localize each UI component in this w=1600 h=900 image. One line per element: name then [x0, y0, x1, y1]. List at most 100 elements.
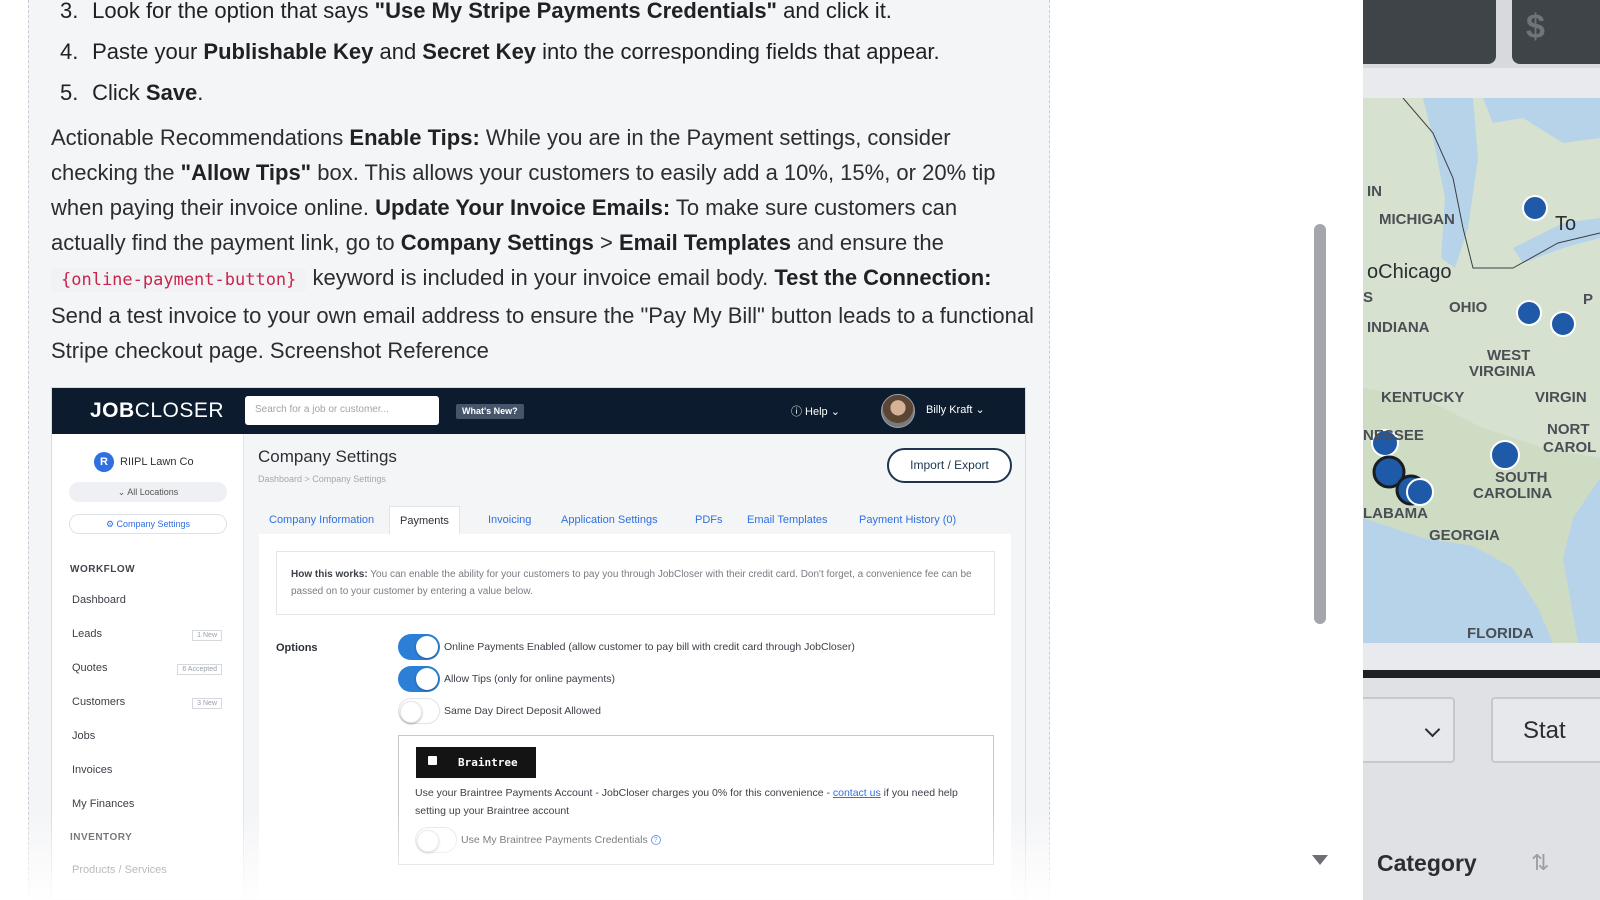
step-number: 4. [60, 39, 79, 64]
map-label: NESSEE [1363, 427, 1424, 444]
step-number: 3. [60, 0, 79, 23]
dashboard-stat-button[interactable]: $ [1512, 0, 1600, 64]
jc-logo-bold: JOB [90, 399, 135, 422]
step-strong: Secret Key [422, 39, 537, 64]
chevron-down-icon [1424, 721, 1441, 738]
jc-payments-body: How this works: You can enable the abili… [259, 534, 1011, 899]
dashboard-button[interactable] [1363, 0, 1496, 64]
jc-nav-leads: Leads [72, 628, 102, 640]
jc-main: Company Settings Dashboard > Company Set… [245, 434, 1025, 899]
map-marker[interactable] [1522, 195, 1548, 221]
step-strong: "Use My Stripe Payments Credentials" [374, 0, 777, 23]
jc-how-label: How this works: [291, 569, 368, 580]
map-label: OHIO [1449, 299, 1488, 316]
jc-search-input: Search for a job or customer... [245, 396, 439, 425]
scroll-down-arrow-icon[interactable] [1312, 855, 1328, 865]
jc-option-tips: Allow Tips (only for online payments) [398, 666, 615, 693]
location-map[interactable]: IN MICHIGAN To oChicago S OHIO P INDIANA… [1363, 98, 1600, 643]
step-item: 3. Look for the option that says "Use My… [60, 0, 1020, 31]
jc-tab-company-info: Company Information [269, 514, 375, 526]
map-label: VIRGINIA [1469, 363, 1536, 380]
map-label: FLORIDA [1467, 625, 1534, 642]
map-marker[interactable] [1406, 478, 1434, 506]
jc-options-label: Options [276, 642, 318, 654]
jc-nav-dashboard: Dashboard [72, 594, 126, 606]
para-strong: Enable Tips: [349, 125, 480, 150]
step-strong: Save [145, 80, 198, 105]
jc-option-text: Allow Tips (only for online payments) [444, 673, 615, 685]
map-label: CAROLINA [1473, 485, 1552, 502]
sort-icon[interactable]: ⇅ [1531, 850, 1549, 876]
map-bottom-bar [1363, 670, 1600, 678]
screen: 3. Look for the option that says "Use My… [0, 0, 1600, 900]
jc-braintree-text: Use your Braintree Payments Account - Jo… [415, 784, 975, 820]
para-strong: Test the Connection: [774, 265, 992, 290]
scrollbar[interactable] [1308, 0, 1332, 900]
toggle-knob [400, 701, 422, 724]
jc-topbar: JOBCLOSER Search for a job or customer..… [52, 388, 1025, 434]
scrollbar-thumb[interactable] [1314, 224, 1326, 624]
jc-tab-pdfs: PDFs [695, 514, 723, 526]
para-text: Send a test invoice to your own email ad… [51, 303, 1034, 363]
jc-option-text: Use My Braintree Payments Credentials [461, 834, 648, 846]
map-marker[interactable] [1550, 311, 1576, 337]
category-column-header[interactable]: Category [1377, 850, 1477, 877]
map-label: CAROL [1543, 439, 1596, 456]
jc-help-menu: ⓘ Help ⌄ [791, 406, 840, 418]
jc-company-badge: R [94, 452, 114, 472]
reference-screenshot: JOBCLOSER Search for a job or customer..… [51, 387, 1026, 900]
jc-tab-app-settings: Application Settings [561, 514, 658, 526]
jc-braintree-box: Braintree Use your Braintree Payments Ac… [398, 735, 994, 865]
instruction-steps: 3. Look for the option that says "Use My… [60, 0, 1020, 113]
jc-company-name: RIIPL Lawn Co [120, 456, 194, 468]
map-label: To [1555, 213, 1576, 235]
para-strong: Email Templates [618, 230, 791, 255]
jc-tag-leads: 1 New [192, 630, 222, 641]
jc-tab-email-templates: Email Templates [747, 514, 828, 526]
step-text: and click it. [776, 0, 892, 23]
step-text: Click [92, 80, 146, 105]
document-panel: 3. Look for the option that says "Use My… [0, 0, 1363, 900]
jc-logo-rest: CLOSER [134, 399, 225, 422]
map-label: KENTUCKY [1381, 389, 1464, 406]
jc-nav-invoices: Invoices [72, 764, 113, 776]
filter-select[interactable] [1363, 697, 1455, 763]
para-strong: Company Settings [400, 230, 594, 255]
map-label: GEORGIA [1429, 527, 1500, 544]
toggle-off-icon [398, 698, 440, 725]
para-text: Actionable Recommendations [51, 125, 350, 150]
jc-how-it-works: How this works: You can enable the abili… [276, 551, 995, 615]
map-label: SOUTH [1495, 469, 1548, 486]
jc-bt-text: Use your Braintree Payments Account - Jo… [415, 787, 833, 799]
map-marker[interactable] [1490, 440, 1520, 470]
jc-tag-quotes: 6 Accepted [177, 664, 222, 675]
jc-company-settings-pill: ⚙ Company Settings [69, 514, 227, 534]
toggle-off-icon [415, 827, 457, 854]
step-item: 4. Paste your Publishable Key and Secret… [60, 31, 1020, 72]
jc-sidebar: R RIIPL Lawn Co ⌄ All Locations ⚙ Company… [52, 434, 244, 899]
jc-braintree-credentials: Use My Braintree Payments Credentials ? [415, 827, 661, 854]
jc-nav-my-finances: My Finances [72, 798, 135, 810]
para-text: keyword is included in your invoice emai… [306, 265, 775, 290]
jc-section-workflow: WORKFLOW [70, 564, 136, 575]
para-strong: "Allow Tips" [180, 160, 312, 185]
jc-option-online: Online Payments Enabled (allow customer … [398, 634, 855, 661]
map-marker[interactable] [1516, 300, 1542, 326]
jc-company: R RIIPL Lawn Co [94, 452, 194, 472]
jc-option-text: Same Day Direct Deposit Allowed [444, 705, 601, 717]
para-strong: Update Your Invoice Emails: [375, 195, 671, 220]
jc-nav-products: Products / Services [72, 864, 167, 876]
braintree-logo: Braintree [416, 747, 536, 778]
para-text: > [593, 230, 619, 255]
step-text: Look for the option that says [92, 0, 375, 23]
step-number: 5. [60, 80, 79, 105]
jc-page-title: Company Settings [258, 447, 397, 466]
status-filter[interactable]: Stat [1491, 697, 1600, 763]
toggle-knob [416, 668, 438, 691]
jc-whats-new-button: What's New? [456, 404, 524, 419]
toggle-knob [416, 636, 438, 659]
map-label: oChicago [1367, 261, 1452, 283]
step-text: . [197, 80, 204, 105]
map-label: S [1363, 289, 1373, 306]
jc-tag-customers: 3 New [192, 698, 222, 709]
